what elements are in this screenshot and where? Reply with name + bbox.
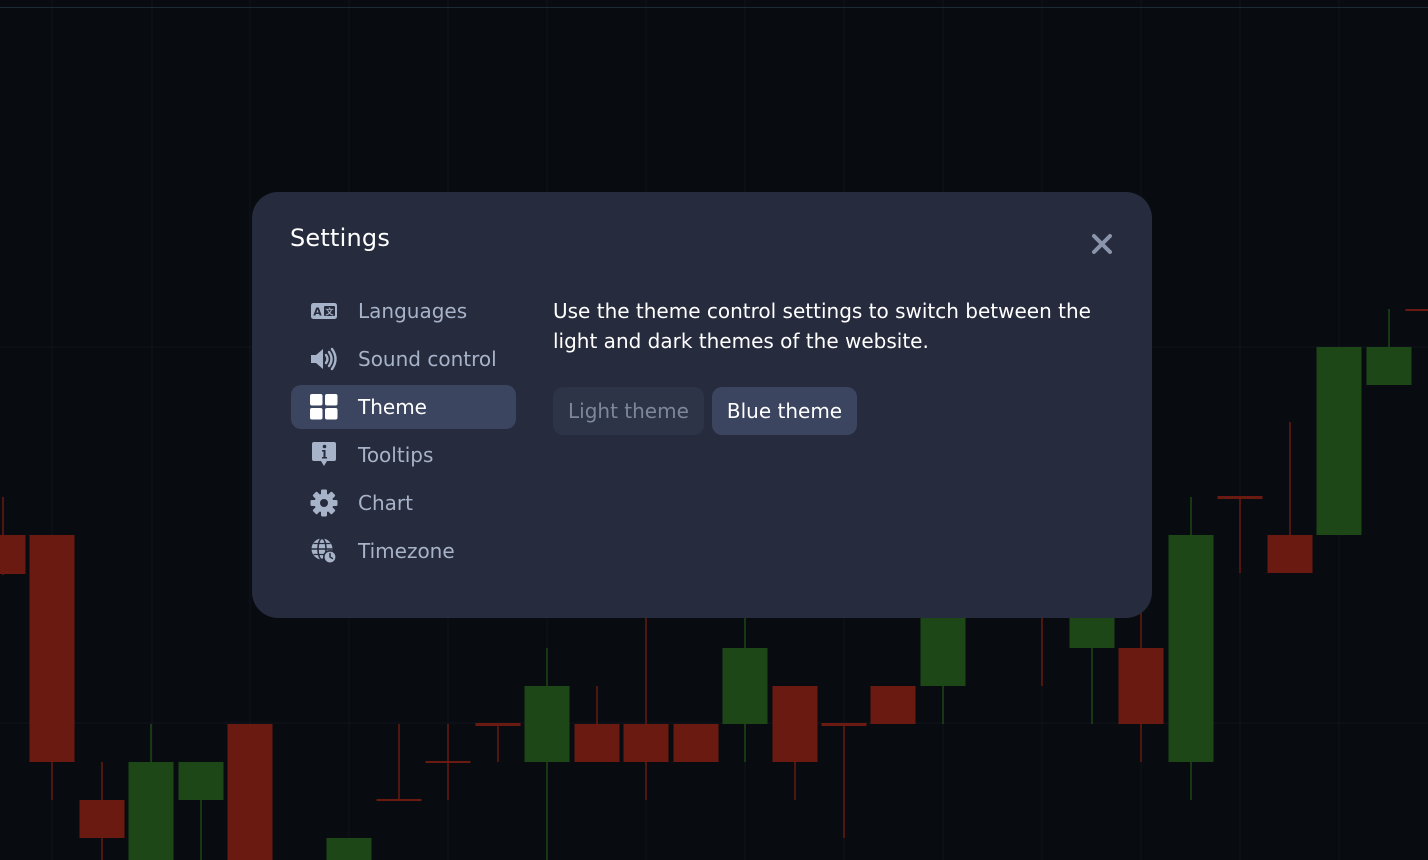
top-border-line	[0, 7, 1428, 8]
candle-body	[623, 724, 669, 762]
settings-modal: Settings A 文 Languages Sound control The…	[252, 192, 1152, 618]
speaker-icon	[309, 345, 339, 373]
svg-text:A: A	[313, 306, 322, 319]
menu-item-timezone[interactable]: Timezone	[291, 529, 516, 573]
menu-item-label: Timezone	[358, 539, 455, 563]
close-button[interactable]	[1084, 226, 1120, 262]
candle-body	[1405, 309, 1428, 311]
candle-body	[79, 800, 125, 838]
gear-icon	[309, 489, 339, 517]
menu-item-theme[interactable]: Theme	[291, 385, 516, 429]
close-icon	[1092, 234, 1112, 254]
candle-body	[524, 686, 570, 762]
menu-item-chart[interactable]: Chart	[291, 481, 516, 525]
menu-item-languages[interactable]: A 文 Languages	[291, 289, 516, 333]
candle-body	[475, 723, 521, 726]
light-theme-button[interactable]: Light theme	[553, 387, 704, 435]
candle-body	[1217, 496, 1263, 499]
candle-body	[1316, 347, 1362, 535]
candle-body	[1267, 535, 1313, 573]
candle-body	[870, 686, 916, 724]
menu-item-sound-control[interactable]: Sound control	[291, 337, 516, 381]
globe-clock-icon	[309, 537, 339, 565]
candle-body	[29, 535, 75, 762]
candle-body	[227, 724, 273, 860]
candle-body	[722, 648, 768, 724]
candle-body	[821, 723, 867, 726]
language-icon: A 文	[309, 297, 339, 325]
menu-item-label: Chart	[358, 491, 413, 515]
blue-theme-button[interactable]: Blue theme	[711, 387, 858, 435]
candle-body	[178, 762, 224, 800]
candle-body	[920, 610, 966, 686]
candle-body	[574, 724, 620, 762]
candle-body	[673, 724, 719, 762]
theme-options: Light theme Blue theme	[553, 387, 858, 435]
candle-body	[1366, 347, 1412, 385]
settings-menu: A 文 Languages Sound control Theme Toolti…	[291, 289, 516, 577]
menu-item-label: Theme	[358, 395, 427, 419]
candle-body	[0, 535, 26, 574]
menu-item-label: Tooltips	[358, 443, 434, 467]
candle-body	[376, 799, 422, 801]
theme-description: Use the theme control settings to switch…	[553, 299, 1091, 353]
menu-item-label: Sound control	[358, 347, 497, 371]
candle-body	[128, 762, 174, 860]
menu-item-tooltips[interactable]: Tooltips	[291, 433, 516, 477]
candle-body	[1118, 648, 1164, 724]
info-bubble-icon	[309, 441, 339, 469]
modal-title: Settings	[290, 224, 391, 252]
menu-item-label: Languages	[358, 299, 468, 323]
candle-body	[772, 686, 818, 762]
grid-icon	[309, 393, 339, 421]
candle-body	[1168, 535, 1214, 762]
candle-body	[326, 838, 372, 860]
candle-body	[425, 761, 471, 763]
svg-text:文: 文	[326, 307, 335, 317]
